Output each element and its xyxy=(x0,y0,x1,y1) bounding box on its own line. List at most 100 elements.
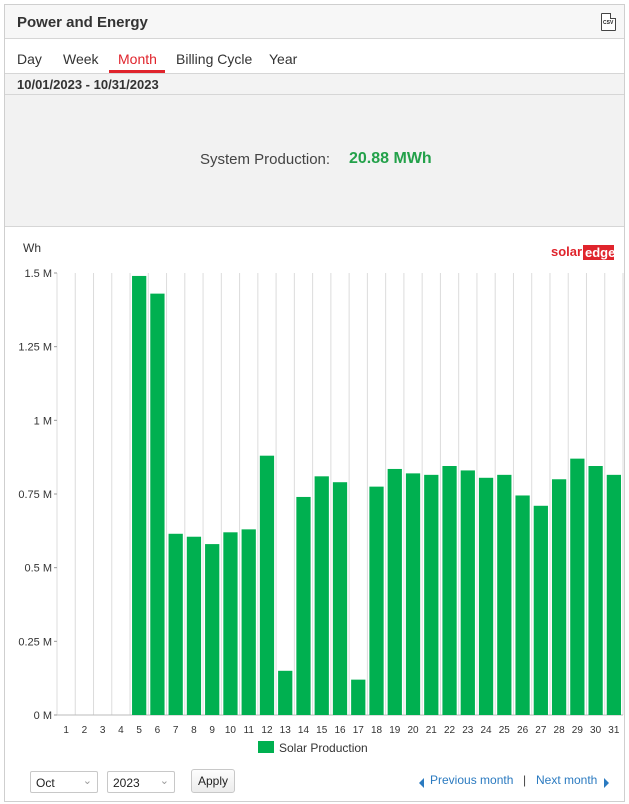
x-axis-ticks: 1 2 3 4 5 6 7 8 9 10 11 12 13 14 15 16 17 18 19 20 21 22 23 24 2… xyxy=(63,725,620,736)
bar-day-25[interactable] xyxy=(497,474,512,715)
csv-icon-label: CSV xyxy=(603,20,614,26)
x-tick-label: 21 xyxy=(426,725,438,736)
x-tick-label: 29 xyxy=(572,725,584,736)
x-tick-label: 30 xyxy=(590,725,602,736)
x-tick-label: 31 xyxy=(608,725,620,736)
bar-day-27[interactable] xyxy=(533,505,548,715)
tab-week[interactable]: Week xyxy=(63,51,99,67)
nav-separator: | xyxy=(523,773,527,787)
bar-day-28[interactable] xyxy=(551,479,567,715)
logo-solar-text: solar xyxy=(551,244,582,259)
chart-footer: Oct ⌄ 2023 ⌄ Apply Previous month | Next… xyxy=(5,767,626,801)
x-tick-label: 10 xyxy=(225,725,237,736)
x-tick-label: 22 xyxy=(444,725,456,736)
chevron-down-icon: ⌄ xyxy=(159,775,169,787)
x-tick-label: 18 xyxy=(371,725,383,736)
previous-month-link[interactable]: Previous month xyxy=(430,773,513,787)
y-tick-label: 1.5 M xyxy=(24,268,52,280)
chevron-down-icon: ⌄ xyxy=(82,775,92,787)
x-tick-label: 19 xyxy=(389,725,401,736)
bar-day-29[interactable] xyxy=(570,458,585,715)
system-production-label: System Production: xyxy=(200,151,331,168)
x-tick-label: 6 xyxy=(155,725,161,736)
bar-day-18[interactable] xyxy=(369,486,384,715)
y-tick-label: 0.5 M xyxy=(24,563,52,575)
bar-day-15[interactable] xyxy=(314,476,329,715)
bar-day-10[interactable] xyxy=(223,532,238,715)
bar-day-20[interactable] xyxy=(405,473,421,715)
bar-day-19[interactable] xyxy=(387,468,402,715)
y-axis-ticks: 0 M 0.25 M 0.5 M 0.75 M 1 M 1.25 M 1.5 M xyxy=(18,268,57,722)
solaredge-logo: solar edge xyxy=(551,244,615,260)
y-tick-label: 0 M xyxy=(34,710,52,722)
tab-day[interactable]: Day xyxy=(17,51,42,67)
date-range: 10/01/2023 - 10/31/2023 xyxy=(5,73,624,95)
bars xyxy=(132,275,621,715)
tab-billing-cycle[interactable]: Billing Cycle xyxy=(176,51,252,67)
apply-button[interactable]: Apply xyxy=(191,769,235,793)
x-tick-label: 26 xyxy=(517,725,529,736)
y-tick-label: 1 M xyxy=(34,415,52,427)
period-tabs: Day Week Month Billing Cycle Year xyxy=(5,39,624,73)
x-tick-label: 12 xyxy=(261,725,273,736)
x-tick-label: 1 xyxy=(63,725,69,736)
active-tab-indicator xyxy=(109,70,165,73)
x-tick-label: 5 xyxy=(136,725,142,736)
y-tick-label: 0.75 M xyxy=(18,489,52,501)
x-tick-label: 14 xyxy=(298,725,310,736)
bar-day-5[interactable] xyxy=(132,275,147,715)
bar-day-30[interactable] xyxy=(588,466,603,715)
x-tick-label: 8 xyxy=(191,725,197,736)
x-tick-label: 11 xyxy=(244,725,255,736)
month-select-value: Oct xyxy=(36,776,55,790)
bar-day-8[interactable] xyxy=(186,536,202,715)
power-energy-panel: Power and Energy CSV Day Week Month Bill… xyxy=(4,4,625,802)
next-month-link[interactable]: Next month xyxy=(536,773,597,787)
x-tick-label: 27 xyxy=(535,725,547,736)
bar-day-23[interactable] xyxy=(460,470,475,715)
x-tick-label: 24 xyxy=(481,725,493,736)
x-tick-label: 16 xyxy=(334,725,346,736)
x-tick-label: 25 xyxy=(499,725,511,736)
production-summary: System Production: 20.88 MWh xyxy=(5,95,624,227)
bar-day-9[interactable] xyxy=(205,544,220,715)
x-tick-label: 23 xyxy=(462,725,474,736)
bar-day-22[interactable] xyxy=(442,466,457,715)
bar-day-26[interactable] xyxy=(515,495,530,715)
month-select[interactable]: Oct ⌄ xyxy=(30,771,98,793)
bar-day-13[interactable] xyxy=(278,670,293,715)
x-tick-label: 2 xyxy=(82,725,88,736)
year-select-value: 2023 xyxy=(113,776,140,790)
tab-year[interactable]: Year xyxy=(269,51,297,67)
bar-day-31[interactable] xyxy=(606,474,621,715)
x-tick-label: 3 xyxy=(100,725,106,736)
bar-day-21[interactable] xyxy=(424,474,439,715)
system-production-value: 20.88 MWh xyxy=(349,150,432,167)
chart-legend[interactable]: Solar Production xyxy=(258,741,368,755)
csv-export-icon[interactable]: CSV xyxy=(601,13,616,31)
logo-edge-text: edge xyxy=(585,245,615,260)
tab-month[interactable]: Month xyxy=(118,51,157,67)
x-tick-label: 7 xyxy=(173,725,179,736)
year-select[interactable]: 2023 ⌄ xyxy=(107,771,175,793)
bar-day-24[interactable] xyxy=(478,477,494,715)
bar-day-6[interactable] xyxy=(150,293,165,715)
bar-day-17[interactable] xyxy=(351,679,366,715)
previous-arrow-icon[interactable] xyxy=(419,778,424,788)
x-tick-label: 4 xyxy=(118,725,124,736)
panel-header: Power and Energy CSV xyxy=(5,5,624,39)
y-axis-label: Wh xyxy=(23,241,41,255)
next-arrow-icon[interactable] xyxy=(604,778,609,788)
legend-label: Solar Production xyxy=(279,741,368,755)
bar-day-12[interactable] xyxy=(259,455,275,715)
x-tick-label: 13 xyxy=(280,725,292,736)
bar-day-16[interactable] xyxy=(332,482,348,715)
bar-day-7[interactable] xyxy=(168,533,183,715)
bar-day-11[interactable] xyxy=(241,529,256,715)
x-tick-label: 28 xyxy=(554,725,566,736)
x-tick-label: 15 xyxy=(316,725,328,736)
x-tick-label: 9 xyxy=(209,725,215,736)
bar-day-14[interactable] xyxy=(296,496,311,715)
y-tick-label: 1.25 M xyxy=(18,342,52,354)
production-chart: Wh solar edge 0 M 0.25 M 0.5 M 0.75 M 1 M 1.2… xyxy=(18,241,624,755)
